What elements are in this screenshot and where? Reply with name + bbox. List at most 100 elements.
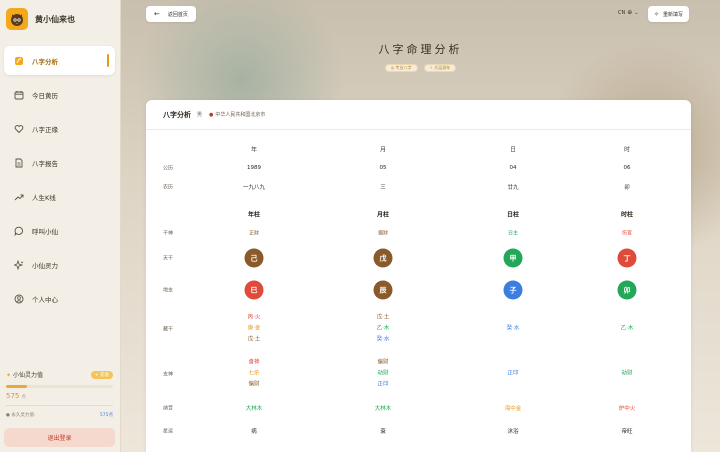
card-title: 八字分析: [163, 110, 191, 119]
energy-progress-fill: [6, 385, 28, 388]
language-selector[interactable]: CN ⊕ ⌄: [618, 9, 638, 16]
sparkle-icon: ✧: [654, 10, 660, 18]
report-icon: [14, 158, 24, 168]
energy-dot-icon: ✦: [6, 372, 13, 379]
sidebar-item-energy[interactable]: 小仙灵力: [4, 250, 115, 279]
sidebar-item-calendar[interactable]: 今日黄历: [4, 80, 115, 109]
sidebar-item-label: 八字正缘: [32, 125, 58, 134]
back-home-button[interactable]: ← 返回首页: [146, 6, 196, 22]
forever-energy-label: ● 永久灵力值:: [6, 413, 36, 418]
xingyun-month: 衰: [380, 429, 386, 435]
energy-number: 575: [6, 392, 20, 400]
nongli-year: 一九八九: [242, 185, 266, 191]
canggan-item: 癸·水: [376, 336, 390, 343]
sidebar-item-label: 个人中心: [32, 295, 58, 304]
sidebar-item-profile[interactable]: 个人中心: [4, 284, 115, 313]
energy-panel: ✦ 小仙灵力值 + 充值 575 点 ● 永久灵力值: 575点: [4, 370, 115, 418]
heart-icon: [14, 124, 24, 134]
zhishen-hour: 劫财: [621, 370, 633, 377]
energy-unit: 点: [21, 395, 26, 400]
shishen-month: 偏财: [377, 230, 389, 237]
dizhi-year: 巳: [244, 280, 264, 300]
nongli-hour: 卯: [624, 185, 630, 191]
trend-icon: [14, 192, 24, 202]
location-pin-icon: ●: [209, 111, 214, 118]
logout-button[interactable]: 退出登录: [4, 428, 115, 447]
nayin-day: 海中金: [504, 406, 522, 412]
nongli-month: 三: [380, 185, 386, 191]
app-title: 黄小仙来也: [35, 14, 75, 24]
card-header: 八字分析 男 ● 中华人民共和国北京市: [146, 100, 691, 130]
chevron-down-icon: ⌄: [634, 9, 639, 16]
energy-label-text: 小仙灵力值: [12, 372, 43, 379]
zhishen-item: 偏财: [248, 381, 260, 388]
zhishen-year: 食神 七杀 偏财: [248, 358, 259, 391]
sidebar-item-bazi[interactable]: 八字分析: [4, 46, 115, 75]
canggan-year: 丙·火 庚·金 戊·土: [248, 313, 261, 346]
zhishen-item: 正印: [377, 381, 389, 388]
row-label: 干神: [163, 230, 174, 237]
brand[interactable]: 黄小仙来也: [6, 8, 75, 30]
pillar-month: 月柱: [376, 211, 390, 219]
row-label: 公历: [163, 165, 174, 172]
xingyun-year: 病: [251, 429, 257, 435]
recharge-button[interactable]: + 充值: [90, 370, 113, 379]
energy-value: 575 点: [6, 392, 113, 400]
nongli-day: 廿九: [507, 185, 519, 191]
page-title: 八字命理分析: [378, 43, 463, 56]
canggan-item: 丙·火: [247, 314, 261, 321]
refill-label: 重新填写: [663, 11, 684, 18]
energy-progress: [6, 385, 113, 388]
xingyun-day: 沐浴: [507, 429, 519, 435]
tiangan-month: 戊: [373, 248, 393, 268]
nayin-month: 大林木: [374, 406, 392, 412]
sidebar-item-label: 小仙灵力: [32, 261, 58, 270]
bazi-icon: [14, 56, 24, 66]
canggan-day: 癸·水: [506, 325, 520, 332]
chat-icon: [14, 226, 24, 236]
canggan-item: 戊·土: [376, 314, 390, 321]
row-label: 支神: [163, 371, 174, 378]
refill-button[interactable]: ✧ 重新填写: [648, 6, 690, 22]
back-home-label: 返回首页: [167, 11, 188, 18]
pillar-year: 年柱: [247, 211, 261, 219]
calendar-icon: [14, 90, 24, 100]
sidebar-item-kline[interactable]: 人生K线: [4, 182, 115, 211]
sidebar-item-report[interactable]: 八字报告: [4, 148, 115, 177]
sidebar-item-chat[interactable]: 呼叫小仙: [4, 216, 115, 245]
row-label: 星运: [163, 428, 174, 435]
forever-energy: ● 永久灵力值: 575点: [6, 412, 113, 418]
arrow-left-icon: ←: [154, 10, 160, 18]
sidebar-item-label: 人生K线: [32, 193, 56, 202]
sidebar-item-label: 呼叫小仙: [32, 227, 58, 236]
dizhi-hour: 卯: [617, 280, 637, 300]
nayin-year: 大林木: [245, 406, 263, 412]
row-label: 藏干: [163, 326, 174, 333]
sidebar-item-match[interactable]: 八字正缘: [4, 114, 115, 143]
pillar-hour: 时柱: [620, 211, 634, 219]
shishen-year: 正财: [248, 230, 260, 237]
tag-professional: ◎ 专业八字: [384, 64, 418, 72]
column-day: 日: [509, 146, 517, 154]
xingyun-hour: 帝旺: [621, 429, 633, 435]
nayin-hour: 炉中火: [618, 406, 636, 412]
globe-icon: ⊕: [627, 9, 633, 16]
dizhi-day: 子: [503, 280, 523, 300]
topbar: ← 返回首页 CN ⊕ ⌄ ✧ 重新填写: [121, 0, 720, 28]
zhishen-month: 偏财 劫财 正印: [377, 358, 388, 391]
column-hour: 时: [623, 146, 631, 154]
app-logo: [6, 8, 28, 30]
sidebar-item-label: 八字报告: [32, 159, 58, 168]
sidebar: 黄小仙来也 八字分析 今日黄历 八字正缘 八字报告 人生K线 呼叫小仙 小仙灵力…: [0, 0, 121, 452]
gongli-month: 05: [379, 165, 387, 171]
tiangan-hour: 丁: [617, 248, 637, 268]
row-label: 纳音: [163, 405, 174, 412]
zhishen-item: 七杀: [248, 370, 260, 377]
canggan-item: 庚·金: [247, 325, 261, 332]
gongli-day: 04: [509, 165, 517, 171]
energy-label: ✦ 小仙灵力值: [6, 370, 43, 379]
main-content: ← 返回首页 CN ⊕ ⌄ ✧ 重新填写 八字命理分析 ◎ 专业八字 ✧ 大运流…: [121, 0, 720, 452]
sidebar-item-label: 今日黄历: [32, 91, 58, 100]
user-icon: [14, 294, 24, 304]
location-label: 中华人民共和国北京市: [215, 112, 266, 118]
